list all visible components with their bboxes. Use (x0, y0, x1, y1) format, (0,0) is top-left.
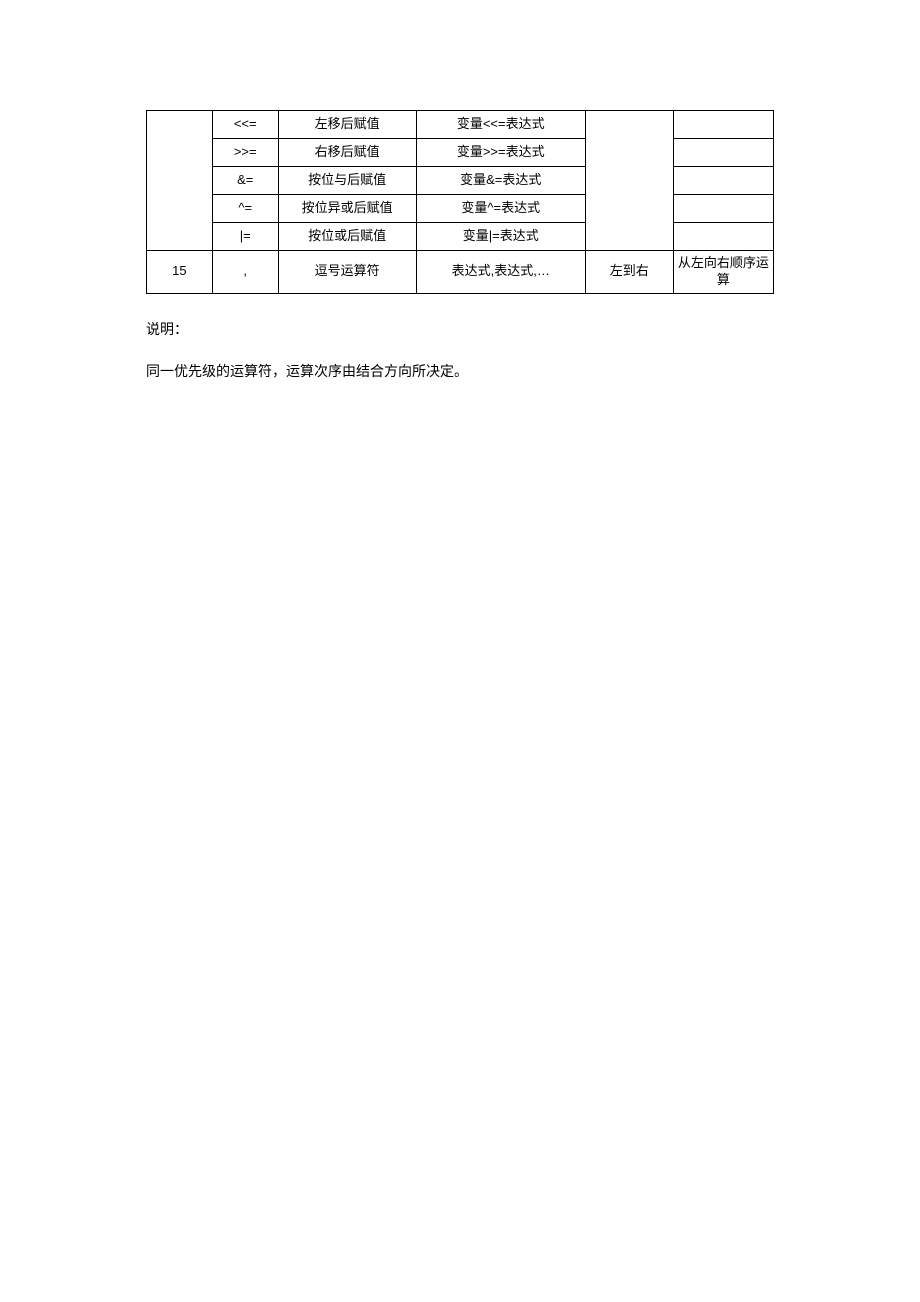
note-cell: 从左向右顺序运算 (673, 251, 773, 294)
usage-cell: 变量&=表达式 (416, 167, 585, 195)
table-row: <<= 左移后赋值 变量<<=表达式 (147, 111, 774, 139)
desc-cell: 逗号运算符 (278, 251, 416, 294)
usage-cell: 变量>>=表达式 (416, 139, 585, 167)
operator-precedence-table: <<= 左移后赋值 变量<<=表达式 >>= 右移后赋值 变量>>=表达式 &=… (146, 110, 774, 294)
usage-cell: 表达式,表达式,… (416, 251, 585, 294)
note-body: 同一优先级的运算符，运算次序由结合方向所决定。 (146, 360, 774, 382)
table-row: ^= 按位异或后赋值 变量^=表达式 (147, 195, 774, 223)
operator-cell: <<= (212, 111, 278, 139)
priority-cell-empty (147, 111, 213, 251)
note-cell (673, 111, 773, 139)
assoc-cell: 左到右 (585, 251, 673, 294)
operator-cell: >>= (212, 139, 278, 167)
note-heading: 说明： (146, 318, 774, 340)
desc-cell: 按位与后赋值 (278, 167, 416, 195)
table-row: &= 按位与后赋值 变量&=表达式 (147, 167, 774, 195)
notes-section: 说明： 同一优先级的运算符，运算次序由结合方向所决定。 (146, 318, 774, 383)
assoc-cell-empty (585, 111, 673, 251)
note-cell (673, 195, 773, 223)
desc-cell: 按位或后赋值 (278, 223, 416, 251)
operator-cell: ^= (212, 195, 278, 223)
table-row: |= 按位或后赋值 变量|=表达式 (147, 223, 774, 251)
desc-cell: 右移后赋值 (278, 139, 416, 167)
usage-cell: 变量|=表达式 (416, 223, 585, 251)
priority-cell: 15 (147, 251, 213, 294)
note-cell (673, 167, 773, 195)
table-row: >>= 右移后赋值 变量>>=表达式 (147, 139, 774, 167)
desc-cell: 按位异或后赋值 (278, 195, 416, 223)
operator-cell: , (212, 251, 278, 294)
table-row: 15 , 逗号运算符 表达式,表达式,… 左到右 从左向右顺序运算 (147, 251, 774, 294)
desc-cell: 左移后赋值 (278, 111, 416, 139)
usage-cell: 变量<<=表达式 (416, 111, 585, 139)
note-cell (673, 223, 773, 251)
operator-cell: |= (212, 223, 278, 251)
note-cell (673, 139, 773, 167)
operator-cell: &= (212, 167, 278, 195)
usage-cell: 变量^=表达式 (416, 195, 585, 223)
